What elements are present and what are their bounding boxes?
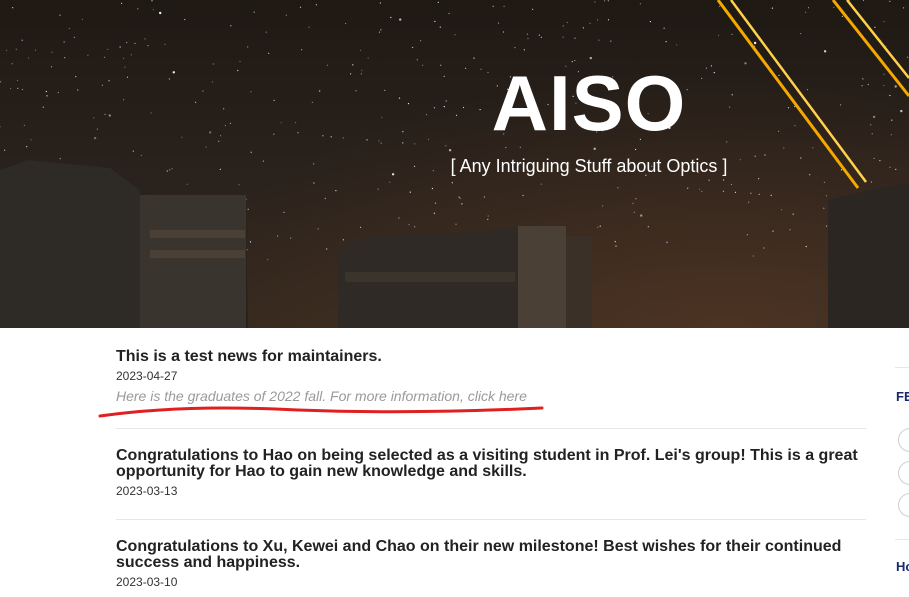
sidebar-icon-button[interactable] xyxy=(898,428,909,452)
right-sidebar: FE Ho xyxy=(895,367,909,597)
red-underline-annotation xyxy=(98,406,544,418)
sidebar-heading: FE xyxy=(896,389,909,404)
sidebar-icon-button[interactable] xyxy=(898,461,909,485)
news-title[interactable]: Congratulations to Hao on being selected… xyxy=(116,448,866,480)
news-item: Congratulations to Hao on being selected… xyxy=(116,429,866,520)
hero-banner: AISO [ Any Intriguing Stuff about Optics… xyxy=(0,0,909,328)
news-item: Congratulations to Xu, Kewei and Chao on… xyxy=(116,520,866,590)
laser-beams xyxy=(716,0,909,189)
sidebar-heading: Ho xyxy=(896,559,909,574)
news-title[interactable]: Congratulations to Xu, Kewei and Chao on… xyxy=(116,539,866,571)
news-title[interactable]: This is a test news for maintainers. xyxy=(116,349,866,365)
site-tagline: [ Any Intriguing Stuff about Optics ] xyxy=(450,156,728,176)
news-date: 2023-03-10 xyxy=(116,575,178,589)
news-date: 2023-04-27 xyxy=(116,369,178,383)
news-date: 2023-03-13 xyxy=(116,484,178,498)
sidebar-divider xyxy=(895,539,909,540)
news-list: This is a test news for maintainers. 202… xyxy=(116,347,866,589)
site-title: AISO xyxy=(491,59,687,147)
sidebar-icon-button[interactable] xyxy=(898,493,909,517)
sidebar-divider xyxy=(895,367,909,368)
telescope-buildings xyxy=(0,160,909,328)
